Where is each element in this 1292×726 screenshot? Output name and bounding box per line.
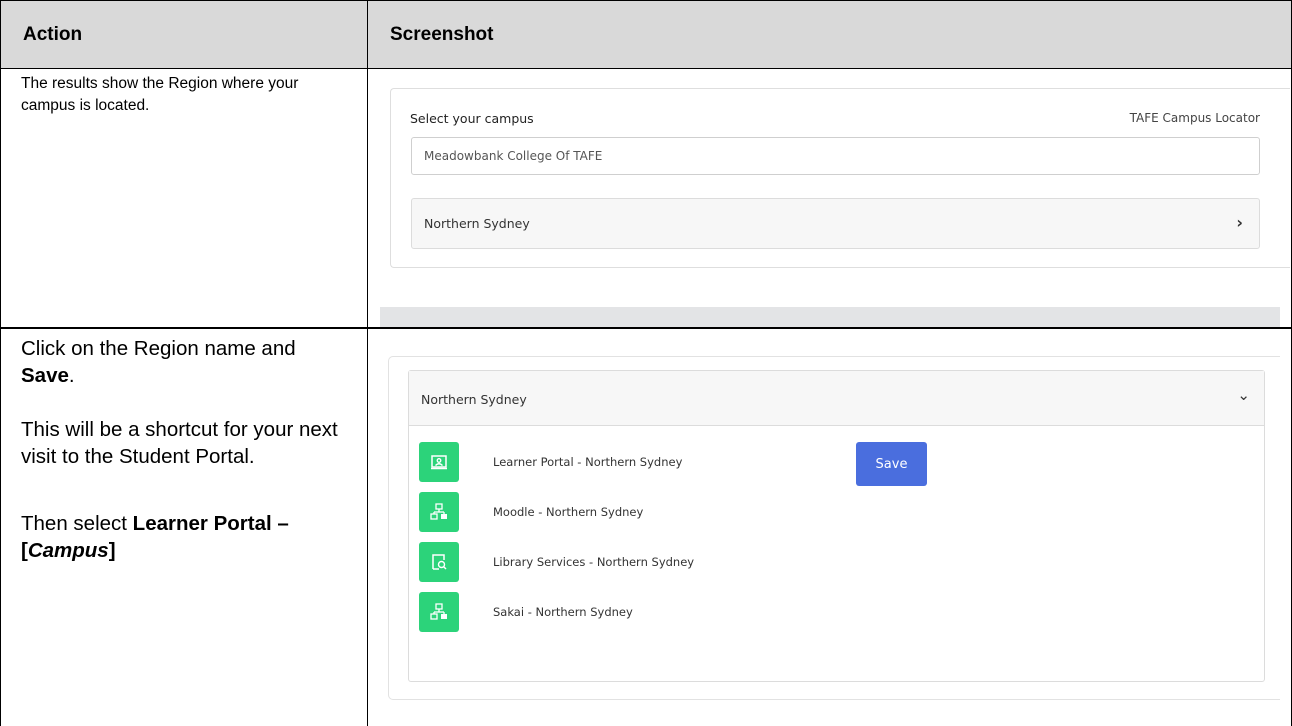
table-border-header bbox=[0, 68, 1292, 69]
network-icon bbox=[419, 592, 459, 632]
link-moodle[interactable]: Moodle - Northern Sydney bbox=[419, 492, 1019, 532]
region-panel-title: Northern Sydney bbox=[421, 392, 527, 407]
save-button[interactable]: Save bbox=[856, 442, 927, 486]
row1-action-text: The results show the Region where your c… bbox=[21, 75, 299, 114]
link-sakai[interactable]: Sakai - Northern Sydney bbox=[419, 592, 1019, 632]
select-campus-label: Select your campus bbox=[410, 111, 534, 126]
link-label: Learner Portal - Northern Sydney bbox=[493, 455, 683, 469]
region-panel: Northern Sydney ⌄ Learner Portal - North… bbox=[408, 370, 1265, 682]
header-screenshot: Screenshot bbox=[390, 23, 494, 45]
link-label: Sakai - Northern Sydney bbox=[493, 605, 633, 619]
footer-bar bbox=[380, 307, 1280, 327]
library-search-icon bbox=[419, 542, 459, 582]
learner-portal-icon bbox=[419, 442, 459, 482]
row2-bracket: ] bbox=[108, 539, 116, 562]
region-name: Northern Sydney bbox=[424, 216, 530, 231]
row2-p1-text: Click on the Region name and bbox=[21, 337, 296, 360]
chevron-down-icon: ⌄ bbox=[1237, 386, 1250, 404]
row2-instruction-select: Then select Learner Portal – [Campus] bbox=[21, 510, 353, 564]
row1-action-cell: The results show the Region where your c… bbox=[1, 69, 367, 327]
header-screenshot-cell: Screenshot bbox=[368, 1, 1291, 68]
region-result-item[interactable]: Northern Sydney › bbox=[411, 198, 1260, 249]
row2-p1-period: . bbox=[68, 364, 75, 387]
region-links-screenshot: Northern Sydney ⌄ Learner Portal - North… bbox=[388, 356, 1280, 700]
campus-locator-title: TAFE Campus Locator bbox=[1129, 111, 1260, 125]
table-border-top bbox=[0, 0, 1292, 1]
table-border-row bbox=[0, 327, 1292, 329]
table-border-middle bbox=[367, 0, 368, 726]
table-border-left bbox=[0, 0, 1, 726]
link-label: Moodle - Northern Sydney bbox=[493, 505, 644, 519]
row2-p3-text: Then select bbox=[21, 512, 133, 535]
row2-save-emphasis: Save bbox=[21, 364, 69, 387]
campus-search-input[interactable]: Meadowbank College Of TAFE bbox=[411, 137, 1260, 175]
link-library-services[interactable]: Library Services - Northern Sydney bbox=[419, 542, 1019, 582]
header-action: Action bbox=[23, 23, 83, 45]
row2-campus-emphasis: Campus bbox=[27, 539, 109, 562]
campus-locator-screenshot: Select your campus TAFE Campus Locator M… bbox=[380, 80, 1290, 327]
network-icon bbox=[419, 492, 459, 532]
header-action-cell: Action bbox=[1, 1, 367, 68]
row2-instruction-save: Click on the Region name and Save. bbox=[21, 335, 353, 389]
row2-shortcut-note: This will be a shortcut for your next vi… bbox=[21, 418, 338, 468]
row2-action-cell: Click on the Region name and Save. This … bbox=[1, 329, 367, 725]
region-panel-header[interactable]: Northern Sydney ⌄ bbox=[409, 371, 1264, 426]
chevron-right-icon: › bbox=[1236, 213, 1243, 232]
link-learner-portal[interactable]: Learner Portal - Northern Sydney bbox=[419, 442, 1019, 482]
link-label: Library Services - Northern Sydney bbox=[493, 555, 695, 569]
instruction-table: Action Screenshot The results show the R… bbox=[0, 0, 1292, 726]
